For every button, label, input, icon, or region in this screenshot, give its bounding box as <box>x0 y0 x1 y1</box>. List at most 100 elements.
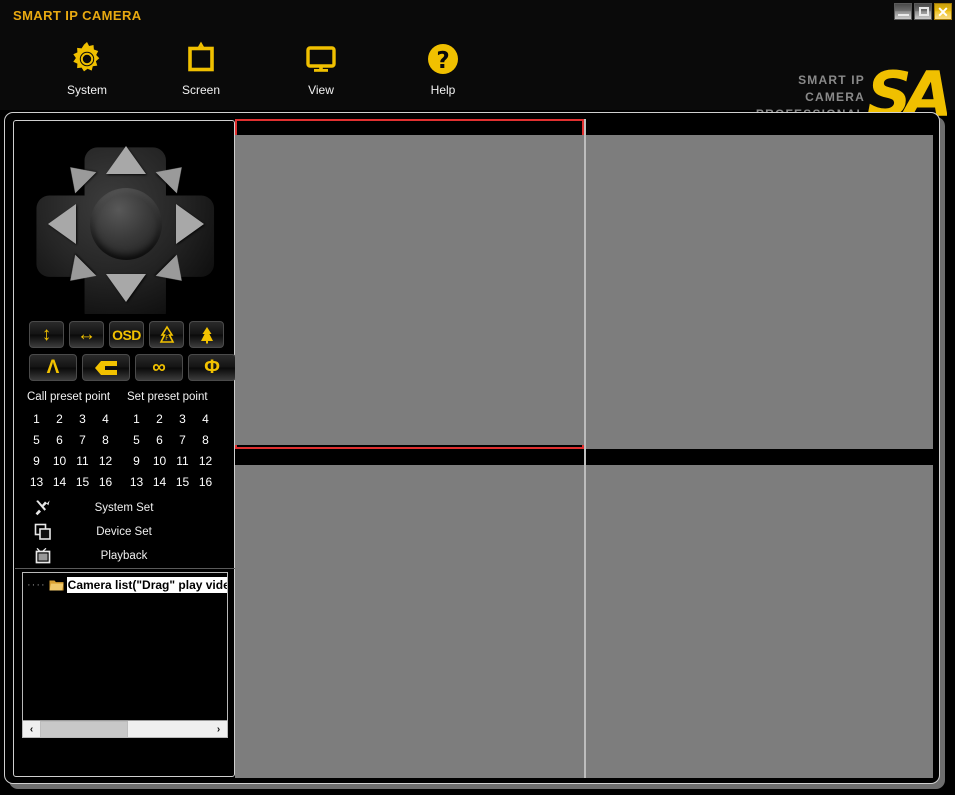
call-preset-4[interactable]: 4 <box>94 409 117 430</box>
flip-vertical-button[interactable]: ↕ <box>29 321 64 348</box>
call-preset-1[interactable]: 1 <box>25 409 48 430</box>
preset-row: 1 2 3 4 <box>25 409 117 430</box>
tree-solid-icon <box>200 326 213 343</box>
call-preset-14[interactable]: 14 <box>48 472 71 493</box>
svg-text:F: F <box>165 335 169 342</box>
control-sidebar: ↕ ↔ OSD F Λ ∞ Φ Call preset point Set pr… <box>13 120 236 777</box>
call-preset-6[interactable]: 6 <box>48 430 71 451</box>
menu-item-device-set[interactable]: Device Set <box>22 520 227 544</box>
ptz-arrow-down[interactable] <box>106 274 146 302</box>
mirror-horizontal-button[interactable]: ↔ <box>69 321 104 348</box>
menu-item-label: System Set <box>94 502 154 514</box>
camera-tree-root-label: Camera list("Drag" play video <box>66 577 227 593</box>
minimize-button[interactable] <box>894 3 912 20</box>
video-feed-2[interactable] <box>586 135 933 449</box>
tree-connector: ···· <box>27 579 46 591</box>
set-preset-9[interactable]: 9 <box>125 451 148 472</box>
call-preset-13[interactable]: 13 <box>25 472 48 493</box>
scrollbar-thumb[interactable] <box>40 720 128 737</box>
infinity-button[interactable]: ∞ <box>135 354 183 381</box>
camera-tree-hscrollbar[interactable]: ‹ › <box>23 720 227 737</box>
call-preset-7[interactable]: 7 <box>71 430 94 451</box>
monitor-icon <box>301 36 341 82</box>
set-preset-14[interactable]: 14 <box>148 472 171 493</box>
ptz-center-hub[interactable] <box>90 188 162 260</box>
toolbar-item-label: Screen <box>181 83 221 97</box>
video-feed-1[interactable] <box>235 135 584 445</box>
video-grid <box>235 119 933 778</box>
set-preset-11[interactable]: 11 <box>171 451 194 472</box>
set-preset-1[interactable]: 1 <box>125 409 148 430</box>
video-pane-3[interactable] <box>235 449 584 778</box>
set-preset-10[interactable]: 10 <box>148 451 171 472</box>
ptz-joystick[interactable] <box>36 134 216 314</box>
set-preset-13[interactable]: 13 <box>125 472 148 493</box>
title-bar: SMART IP CAMERA ✕ <box>0 0 955 28</box>
video-feed-3[interactable] <box>235 465 584 778</box>
call-preset-grid: 1 2 3 4 5 6 7 8 9 10 11 12 13 14 15 16 <box>25 409 117 493</box>
call-preset-10[interactable]: 10 <box>48 451 71 472</box>
toolbar-item-view[interactable]: View <box>278 36 364 106</box>
set-preset-15[interactable]: 15 <box>171 472 194 493</box>
set-preset-5[interactable]: 5 <box>125 430 148 451</box>
grid-vertical-divider[interactable] <box>584 119 586 778</box>
preset-row: 5 6 7 8 <box>125 430 217 451</box>
scrollbar-track[interactable] <box>40 720 210 737</box>
tools-icon <box>22 499 64 517</box>
brand-line-1: SMART IP CAMERA <box>798 73 865 104</box>
close-icon: ✕ <box>937 3 949 20</box>
set-preset-4[interactable]: 4 <box>194 409 217 430</box>
call-preset-12[interactable]: 12 <box>94 451 117 472</box>
iris-tree-button[interactable]: F <box>149 321 184 348</box>
set-preset-12[interactable]: 12 <box>194 451 217 472</box>
call-preset-16[interactable]: 16 <box>94 472 117 493</box>
lambda-button[interactable]: Λ <box>29 354 77 381</box>
set-preset-label: Set preset point <box>127 391 208 403</box>
camera-tree-root-node[interactable]: ···· Camera list("Drag" play video <box>27 577 227 593</box>
ptz-arrow-up[interactable] <box>106 146 146 174</box>
set-preset-7[interactable]: 7 <box>171 430 194 451</box>
video-pane-4[interactable] <box>586 449 933 778</box>
call-preset-11[interactable]: 11 <box>71 451 94 472</box>
menu-item-system-set[interactable]: System Set <box>22 496 227 520</box>
set-preset-3[interactable]: 3 <box>171 409 194 430</box>
toolbar-item-help[interactable]: ? Help <box>400 36 486 106</box>
osd-button[interactable]: OSD <box>109 321 144 348</box>
call-preset-3[interactable]: 3 <box>71 409 94 430</box>
preset-row: 5 6 7 8 <box>25 430 117 451</box>
call-preset-5[interactable]: 5 <box>25 430 48 451</box>
scroll-right-icon[interactable]: › <box>210 720 227 737</box>
ptz-arrow-right[interactable] <box>176 204 204 244</box>
wedge-icon <box>95 360 117 375</box>
close-button[interactable]: ✕ <box>934 3 952 20</box>
maximize-button[interactable] <box>914 3 932 20</box>
scroll-left-icon[interactable]: ‹ <box>23 720 40 737</box>
toolbar-item-screen[interactable]: Screen <box>158 36 244 106</box>
video-feed-4[interactable] <box>586 465 933 778</box>
preset-row: 13 14 15 16 <box>125 472 217 493</box>
menu-item-playback[interactable]: Playback <box>22 544 227 568</box>
set-preset-2[interactable]: 2 <box>148 409 171 430</box>
set-preset-6[interactable]: 6 <box>148 430 171 451</box>
sidebar-divider <box>15 568 235 569</box>
preset-row: 1 2 3 4 <box>125 409 217 430</box>
toolbar-item-system[interactable]: System <box>44 36 130 106</box>
camera-tree-panel[interactable]: ···· Camera list("Drag" play video ‹ › <box>22 572 228 738</box>
call-preset-2[interactable]: 2 <box>48 409 71 430</box>
call-preset-15[interactable]: 15 <box>71 472 94 493</box>
gear-icon <box>67 36 107 82</box>
call-preset-9[interactable]: 9 <box>25 451 48 472</box>
call-preset-8[interactable]: 8 <box>94 430 117 451</box>
wedge-button[interactable] <box>82 354 130 381</box>
video-pane-1[interactable] <box>235 119 584 449</box>
flip-vertical-icon: ↕ <box>41 324 52 345</box>
tv-icon <box>22 547 64 565</box>
phi-button[interactable]: Φ <box>188 354 236 381</box>
video-pane-2[interactable] <box>586 119 933 449</box>
set-preset-8[interactable]: 8 <box>194 430 217 451</box>
ptz-arrow-left[interactable] <box>48 204 76 244</box>
zoom-tree-button[interactable] <box>189 321 224 348</box>
toolbar-item-label: View <box>308 83 334 97</box>
set-preset-16[interactable]: 16 <box>194 472 217 493</box>
toolbar-item-label: Help <box>430 83 456 97</box>
